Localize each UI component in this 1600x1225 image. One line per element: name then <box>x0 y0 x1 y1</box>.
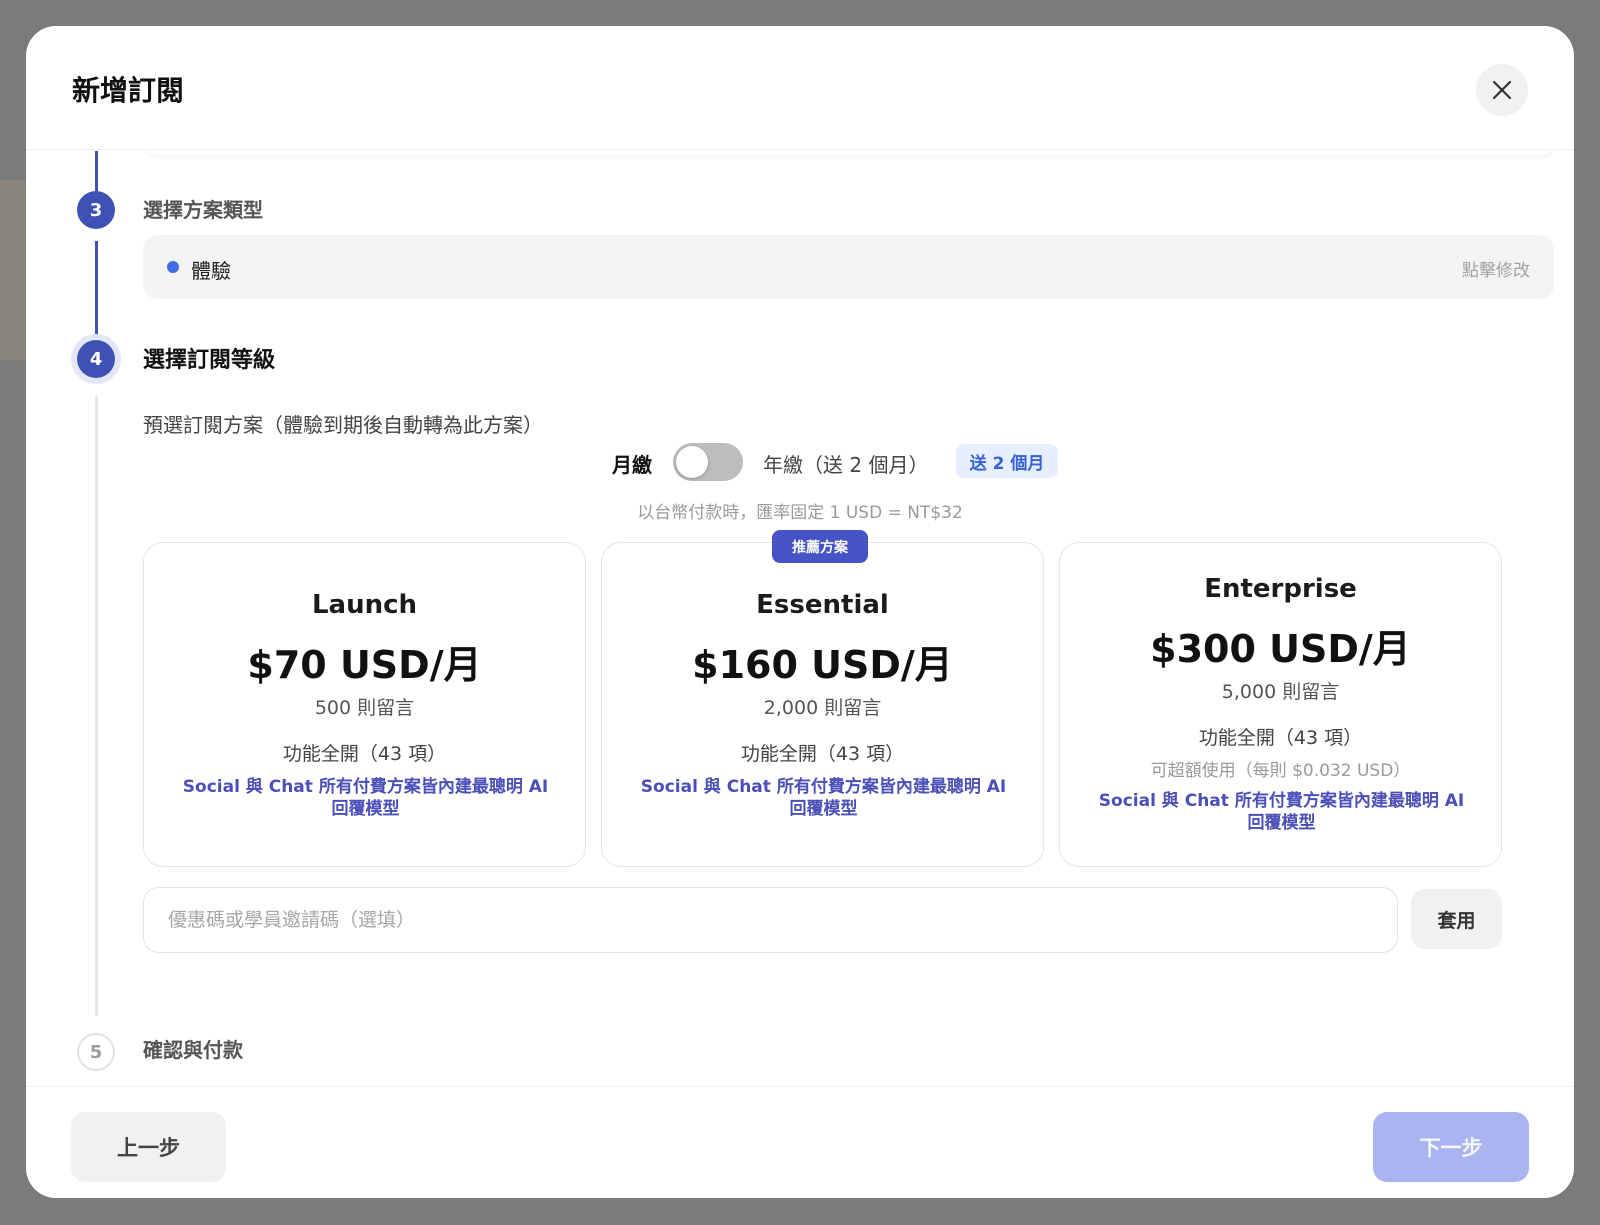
modal-footer: 上一步 下一步 <box>26 1086 1574 1198</box>
timeline-line-done <box>95 151 98 191</box>
back-button[interactable]: 上一步 <box>71 1112 226 1182</box>
plan-features: 功能全開（43 項） <box>1198 727 1363 749</box>
bonus-badge: 送 2 個月 <box>956 444 1058 478</box>
plan-features: 功能全開（43 項） <box>282 743 447 765</box>
plan-ai-note: Social 與 Chat 所有付費方案皆內建最聰明 AI 回覆模型 <box>182 777 549 819</box>
plan-quota: 2,000 則留言 <box>763 697 882 719</box>
recommended-badge: 推薦方案 <box>772 530 868 563</box>
plan-name: Enterprise <box>1204 574 1357 604</box>
step-3-summary[interactable]: 體驗 點擊修改 <box>143 235 1554 299</box>
selected-dot-icon <box>167 261 179 273</box>
plan-quota: 5,000 則留言 <box>1221 681 1340 703</box>
plan-price: $160 USD/月 <box>692 643 953 687</box>
coupon-input[interactable] <box>143 887 1398 953</box>
stepper-body[interactable]: 3 選擇方案類型 體驗 點擊修改 4 選擇訂閱等級 預選訂閱方案（體驗到期後自動… <box>26 151 1574 1087</box>
plan-quota: 500 則留言 <box>314 697 415 719</box>
subscription-modal: 新增訂閱 3 選擇方案類型 體驗 點擊修改 4 選擇訂閱等級 預選訂閱方案（體驗… <box>26 26 1574 1198</box>
modal-title: 新增訂閱 <box>72 74 185 107</box>
billing-cycle-row: 月繳 年繳（送 2 個月） 送 2 個月 <box>26 443 1574 483</box>
exchange-rate-note: 以台幣付款時，匯率固定 1 USD = NT$32 <box>637 503 963 523</box>
plan-features: 功能全開（43 項） <box>740 743 905 765</box>
plan-card-enterprise[interactable]: Enterprise $300 USD/月 5,000 則留言 功能全開（43 … <box>1059 542 1502 867</box>
plan-overage: 可超額使用（每則 $0.032 USD） <box>1150 761 1411 781</box>
plan-name: Launch <box>311 590 418 620</box>
edit-link[interactable]: 點擊修改 <box>1462 256 1530 281</box>
step-4-title: 選擇訂閱等級 <box>143 348 276 373</box>
plan-ai-note: Social 與 Chat 所有付費方案皆內建最聰明 AI 回覆模型 <box>1098 791 1465 833</box>
close-button[interactable] <box>1476 64 1528 116</box>
plan-card-launch[interactable]: Launch $70 USD/月 500 則留言 功能全開（43 項） Soci… <box>143 542 586 867</box>
previous-step-box-edge <box>144 151 1554 155</box>
modal-header: 新增訂閱 <box>26 26 1574 150</box>
monthly-label[interactable]: 月繳 <box>612 449 652 478</box>
step-3-indicator: 3 <box>77 191 115 229</box>
apply-coupon-button[interactable]: 套用 <box>1411 889 1502 949</box>
step-5-title: 確認與付款 <box>143 1038 243 1062</box>
step-5-indicator: 5 <box>77 1033 115 1071</box>
next-button[interactable]: 下一步 <box>1373 1112 1529 1182</box>
toggle-knob <box>676 446 708 478</box>
plan-ai-note: Social 與 Chat 所有付費方案皆內建最聰明 AI 回覆模型 <box>640 777 1007 819</box>
step-4-subtitle: 預選訂閱方案（體驗到期後自動轉為此方案） <box>143 413 543 437</box>
backdrop <box>0 180 26 360</box>
plan-price: $70 USD/月 <box>247 643 482 687</box>
close-icon <box>1492 80 1512 100</box>
billing-cycle-toggle[interactable] <box>673 443 743 481</box>
plan-price: $300 USD/月 <box>1150 627 1411 671</box>
step-4-indicator: 4 <box>77 340 115 378</box>
timeline-line-pending <box>95 396 98 1016</box>
step-3-selected-value: 體驗 <box>191 259 231 283</box>
plan-name: Essential <box>756 590 889 620</box>
plan-card-essential[interactable]: Essential $160 USD/月 2,000 則留言 功能全開（43 項… <box>601 542 1044 867</box>
step-3-title: 選擇方案類型 <box>143 198 263 222</box>
yearly-label[interactable]: 年繳（送 2 個月） <box>763 449 928 478</box>
